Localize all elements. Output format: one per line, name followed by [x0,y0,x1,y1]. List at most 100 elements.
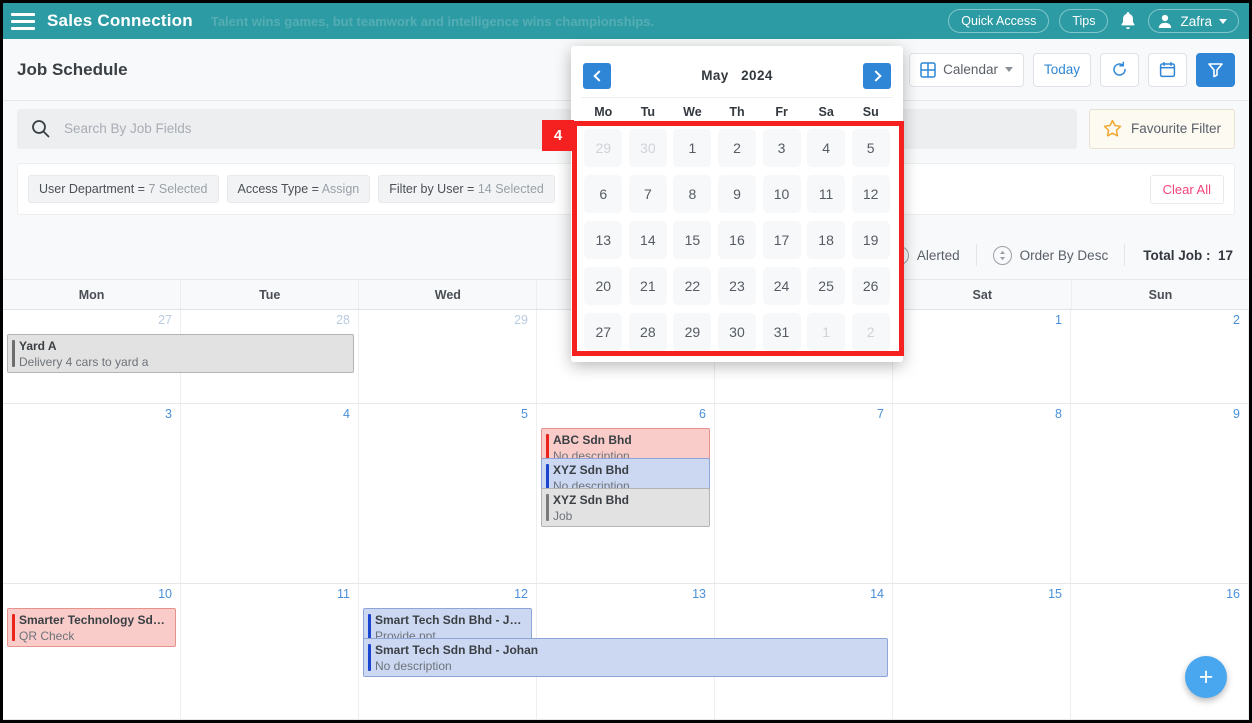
calendar-day-header: Sun [1148,288,1173,302]
date-picker-day-label: 24 [762,267,801,305]
calendar-event[interactable]: XYZ Sdn Bhd Job [541,488,710,527]
calendar-event[interactable]: Smarter Technology Sdn Bh... QR Check [7,608,176,647]
date-picker-day[interactable]: 2 [715,125,760,171]
calendar-day-number: 3 [165,407,172,421]
favourite-filter-button[interactable]: Favourite Filter [1088,108,1235,149]
tips-button[interactable]: Tips [1059,9,1109,33]
event-color-bar [367,614,371,641]
view-selector-label: Calendar [943,62,998,77]
filter-button[interactable] [1196,52,1235,87]
date-picker-day[interactable]: 20 [581,263,626,309]
calendar-day-number: 2 [1233,313,1240,327]
calendar-day-header: Mon [3,280,182,309]
refresh-button[interactable] [1100,52,1139,87]
date-picker-day[interactable]: 3 [759,125,804,171]
date-picker-day[interactable]: 13 [581,217,626,263]
calendar-day-number: 16 [1226,587,1240,601]
date-picker-day[interactable]: 31 [759,309,804,355]
date-picker-day[interactable]: 19 [848,217,893,263]
date-picker-day[interactable]: 22 [670,263,715,309]
calendar-event-layer: Smarter Technology Sdn Bh...QR Check Smar… [3,608,1249,719]
date-picker-weekday-row: Mo Tu We Th Fr Sa Su [581,98,893,125]
quick-access-button[interactable]: Quick Access [948,9,1050,33]
user-menu[interactable]: Zafra [1148,9,1239,33]
date-picker-day-label: 13 [584,221,623,259]
date-picker-day-label: 2 [851,313,890,351]
date-picker-day-grid: 29 30 1 2 3 4 5 6 7 8 9 10 11 12 13 14 15 16 17 18 19 20 21 22 2… [581,125,893,355]
date-picker-day[interactable]: 16 [715,217,760,263]
notification-bell-icon[interactable] [1118,10,1138,32]
hamburger-icon[interactable] [11,11,35,31]
calendar-day-number: 29 [514,313,528,327]
chevron-left-icon[interactable] [583,62,611,89]
date-picker-day[interactable]: 10 [759,171,804,217]
date-picker-day[interactable]: 28 [626,309,671,355]
total-job-value: 17 [1217,247,1233,263]
date-picker-day-label: 29 [673,313,712,351]
calendar-day-number: 12 [514,587,528,601]
date-picker-day[interactable]: 12 [848,171,893,217]
date-picker-day-label: 20 [584,267,623,305]
date-picker-day[interactable]: 30 [626,125,671,171]
order-by-toggle[interactable]: Order By Desc [977,245,1125,265]
filter-chip[interactable]: Filter by User = 14 Selected [378,175,555,203]
event-title: XYZ Sdn Bhd [553,463,629,477]
calendar-day-number: 5 [521,407,528,421]
date-picker-day[interactable]: 6 [581,171,626,217]
calendar-event[interactable]: Smart Tech Sdn Bhd - Johan No description [362,638,888,677]
calendar-day-number: 11 [337,587,350,601]
date-picker-day[interactable]: 23 [715,263,760,309]
page-title: Job Schedule [17,59,128,79]
date-picker-day[interactable]: 24 [759,263,804,309]
date-picker-day[interactable]: 5 [848,125,893,171]
event-color-bar [12,614,15,641]
calendar-event[interactable]: Yard A Delivery 4 cars to yard a [7,334,354,373]
date-picker-day[interactable]: 14 [626,217,671,263]
date-picker-day[interactable]: 7 [626,171,671,217]
date-picker-day[interactable]: 21 [626,263,671,309]
date-picker-day[interactable]: 1 [670,125,715,171]
date-picker-day[interactable]: 18 [804,217,849,263]
date-picker-day[interactable]: 29 [581,125,626,171]
date-picker-button[interactable] [1148,52,1187,87]
calendar-day-number: 1 [1055,313,1062,327]
filter-chip-list: User Department = 7 Selected Access Type … [28,175,555,203]
annotation-step-badge: 4 [542,120,574,151]
view-selector-calendar[interactable]: Calendar [909,52,1024,87]
filter-chip-equals: = [463,182,478,196]
filter-chip[interactable]: Access Type = Assign [226,175,371,203]
date-picker-day[interactable]: 15 [670,217,715,263]
date-picker-day-label: 19 [851,221,890,259]
date-picker-day-label: 29 [584,129,623,167]
date-picker-day[interactable]: 8 [670,171,715,217]
event-title: ABC Sdn Bhd [553,433,632,447]
filter-chip[interactable]: User Department = 7 Selected [28,175,219,203]
date-picker-day[interactable]: 1 [804,309,849,355]
search-icon [32,120,50,138]
total-job-count: Total Job : 17 [1125,248,1233,263]
date-picker-day[interactable]: 2 [848,309,893,355]
date-picker-day-label: 26 [851,267,890,305]
event-description: QR Check [19,629,75,643]
date-picker-day[interactable]: 26 [848,263,893,309]
event-description: Delivery 4 cars to yard a [19,355,149,369]
date-picker-popup: May 2024 Mo Tu We Th Fr Sa Su 29 30 1 2 3 4 5 6 7 8 9 10 1… [571,46,903,362]
date-picker-day[interactable]: 9 [715,171,760,217]
clear-all-button[interactable]: Clear All [1149,174,1224,204]
date-picker-weekday: Th [729,104,745,119]
date-picker-day[interactable]: 25 [804,263,849,309]
chevron-right-icon[interactable] [863,62,891,89]
date-picker-day[interactable]: 17 [759,217,804,263]
date-picker-day[interactable]: 30 [715,309,760,355]
date-picker-day[interactable]: 4 [804,125,849,171]
filter-chip-label: Filter by User [389,182,464,196]
event-description: Job [553,509,573,523]
date-picker-day[interactable]: 29 [670,309,715,355]
date-picker-day[interactable]: 11 [804,171,849,217]
date-picker-day[interactable]: 27 [581,309,626,355]
calendar-day-number: 6 [699,407,706,421]
event-description: No description [374,659,452,673]
today-button[interactable]: Today [1032,52,1091,87]
add-job-button[interactable]: + [1185,656,1227,698]
favourite-filter-label: Favourite Filter [1130,121,1221,136]
